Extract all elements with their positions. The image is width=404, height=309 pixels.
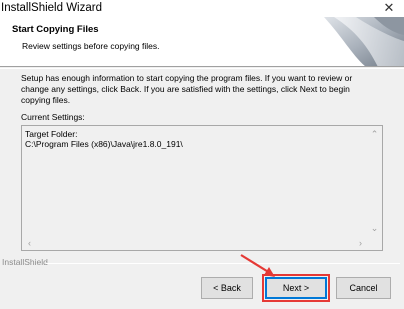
next-button[interactable]: Next >: [265, 277, 327, 299]
vertical-scrollbar[interactable]: ⌃ ⌄: [367, 126, 382, 236]
installshield-label: InstallShield: [2, 257, 48, 267]
header-title: Start Copying Files: [12, 24, 99, 35]
description-text: Setup has enough information to start co…: [21, 73, 353, 105]
title-bar: InstallShield Wizard ✕: [0, 0, 404, 17]
current-settings-label: Current Settings:: [21, 112, 85, 122]
settings-text: Target Folder: C:\Program Files (x86)\Ja…: [25, 129, 183, 149]
installshield-groupbox: InstallShield: [0, 257, 404, 269]
window-title: InstallShield Wizard: [1, 2, 102, 14]
header-divider: [0, 68, 404, 69]
wizard-header: Start Copying Files Review settings befo…: [0, 17, 404, 67]
scroll-down-arrow-icon[interactable]: ⌄: [367, 222, 382, 234]
current-settings-box[interactable]: Target Folder: C:\Program Files (x86)\Ja…: [21, 125, 383, 251]
header-subtitle: Review settings before copying files.: [22, 41, 160, 51]
back-button[interactable]: < Back: [201, 277, 253, 299]
cancel-button[interactable]: Cancel: [336, 277, 391, 299]
scrollbar-corner: [367, 235, 382, 250]
installer-art-icon: [324, 17, 404, 66]
scroll-up-arrow-icon[interactable]: ⌃: [367, 128, 382, 140]
horizontal-scrollbar[interactable]: ‹ ›: [22, 235, 368, 250]
scroll-left-arrow-icon[interactable]: ‹: [22, 237, 37, 249]
scroll-right-arrow-icon[interactable]: ›: [353, 237, 368, 249]
groupbox-line: [46, 263, 400, 264]
close-icon[interactable]: ✕: [374, 0, 404, 17]
